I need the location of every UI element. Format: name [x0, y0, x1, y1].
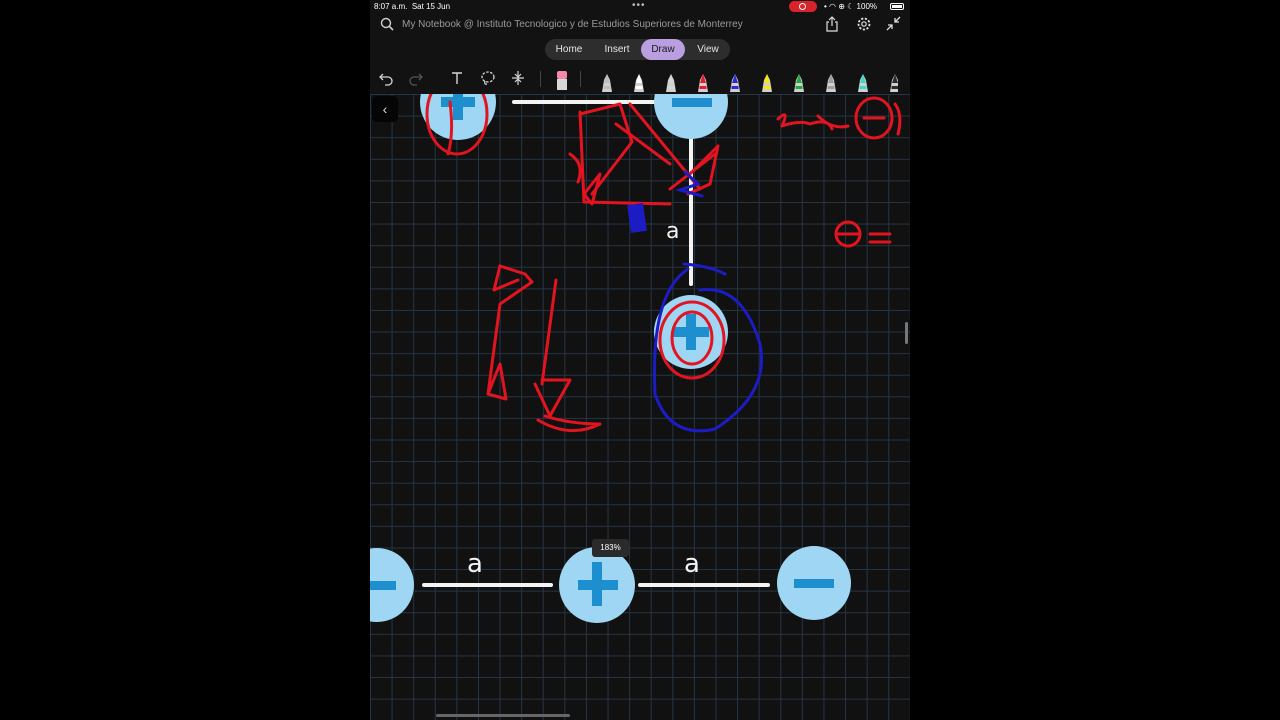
zoom-indicator: 183% [592, 539, 629, 557]
ribbon-tabs: Home Insert Draw View [545, 39, 730, 60]
blue-ink-mark [627, 203, 647, 233]
distance-label-bottom-right: a [684, 549, 700, 579]
tab-view[interactable]: View [687, 39, 729, 60]
search-icon[interactable] [380, 17, 394, 31]
pen-8-icon[interactable] [826, 74, 836, 92]
collapse-icon[interactable] [886, 16, 901, 31]
share-icon[interactable] [825, 16, 839, 32]
battery-icon [890, 3, 904, 10]
pen-5-icon[interactable] [730, 74, 740, 92]
negative-charge-top-right [654, 94, 728, 139]
pen-3-icon[interactable] [666, 74, 676, 92]
back-chevron-icon[interactable]: ‹ [372, 96, 398, 122]
pen-2-icon[interactable] [634, 74, 644, 92]
vertical-scrollbar[interactable] [905, 322, 908, 344]
pen-palette [602, 74, 898, 92]
distance-label-bottom-left: a [467, 549, 483, 579]
ink-drawing: a a a [370, 94, 902, 623]
pen-10-icon[interactable] [890, 74, 898, 92]
pen-9-icon[interactable] [858, 74, 868, 92]
negative-charge-bottom-right [777, 546, 851, 620]
note-canvas[interactable]: a a a [370, 94, 910, 720]
eraser-icon[interactable] [555, 68, 569, 90]
positive-charge-bottom-center [559, 547, 635, 623]
pen-6-icon[interactable] [762, 74, 772, 92]
pen-7-icon[interactable] [794, 74, 804, 92]
settings-gear-icon[interactable] [856, 16, 872, 32]
status-icons: • ◠ ⊕ ☾ 100% [824, 2, 878, 11]
tab-insert[interactable]: Insert [595, 39, 639, 60]
home-indicator[interactable] [436, 714, 570, 717]
pen-4-icon[interactable] [698, 74, 708, 92]
red-ink [425, 94, 902, 433]
undo-icon[interactable] [378, 70, 394, 86]
distance-label-top: a [666, 219, 679, 244]
tab-draw[interactable]: Draw [641, 39, 685, 60]
pen-1-icon[interactable] [602, 74, 612, 92]
tab-home[interactable]: Home [547, 39, 591, 60]
status-time: 8:07 a.m. Sat 15 Jun [374, 2, 451, 11]
toolbar-divider [580, 71, 581, 87]
multitasking-dots-icon[interactable]: ••• [632, 0, 646, 11]
notebook-title: My Notebook @ Instituto Tecnologico y de… [402, 19, 743, 30]
title-bar: My Notebook @ Instituto Tecnologico y de… [370, 14, 910, 36]
negative-charge-bottom-left [370, 548, 414, 622]
redo-icon[interactable] [408, 70, 424, 86]
draw-toolbar [370, 66, 910, 92]
toolbar-divider [540, 71, 541, 87]
insert-space-icon[interactable] [510, 70, 526, 86]
text-icon[interactable] [449, 70, 465, 86]
screen-recording-icon [789, 1, 817, 12]
status-bar: 8:07 a.m. Sat 15 Jun ••• • ◠ ⊕ ☾ 100% [370, 0, 910, 13]
ipad-screen: 8:07 a.m. Sat 15 Jun ••• • ◠ ⊕ ☾ 100% My… [370, 0, 910, 720]
lasso-icon[interactable] [480, 70, 496, 86]
